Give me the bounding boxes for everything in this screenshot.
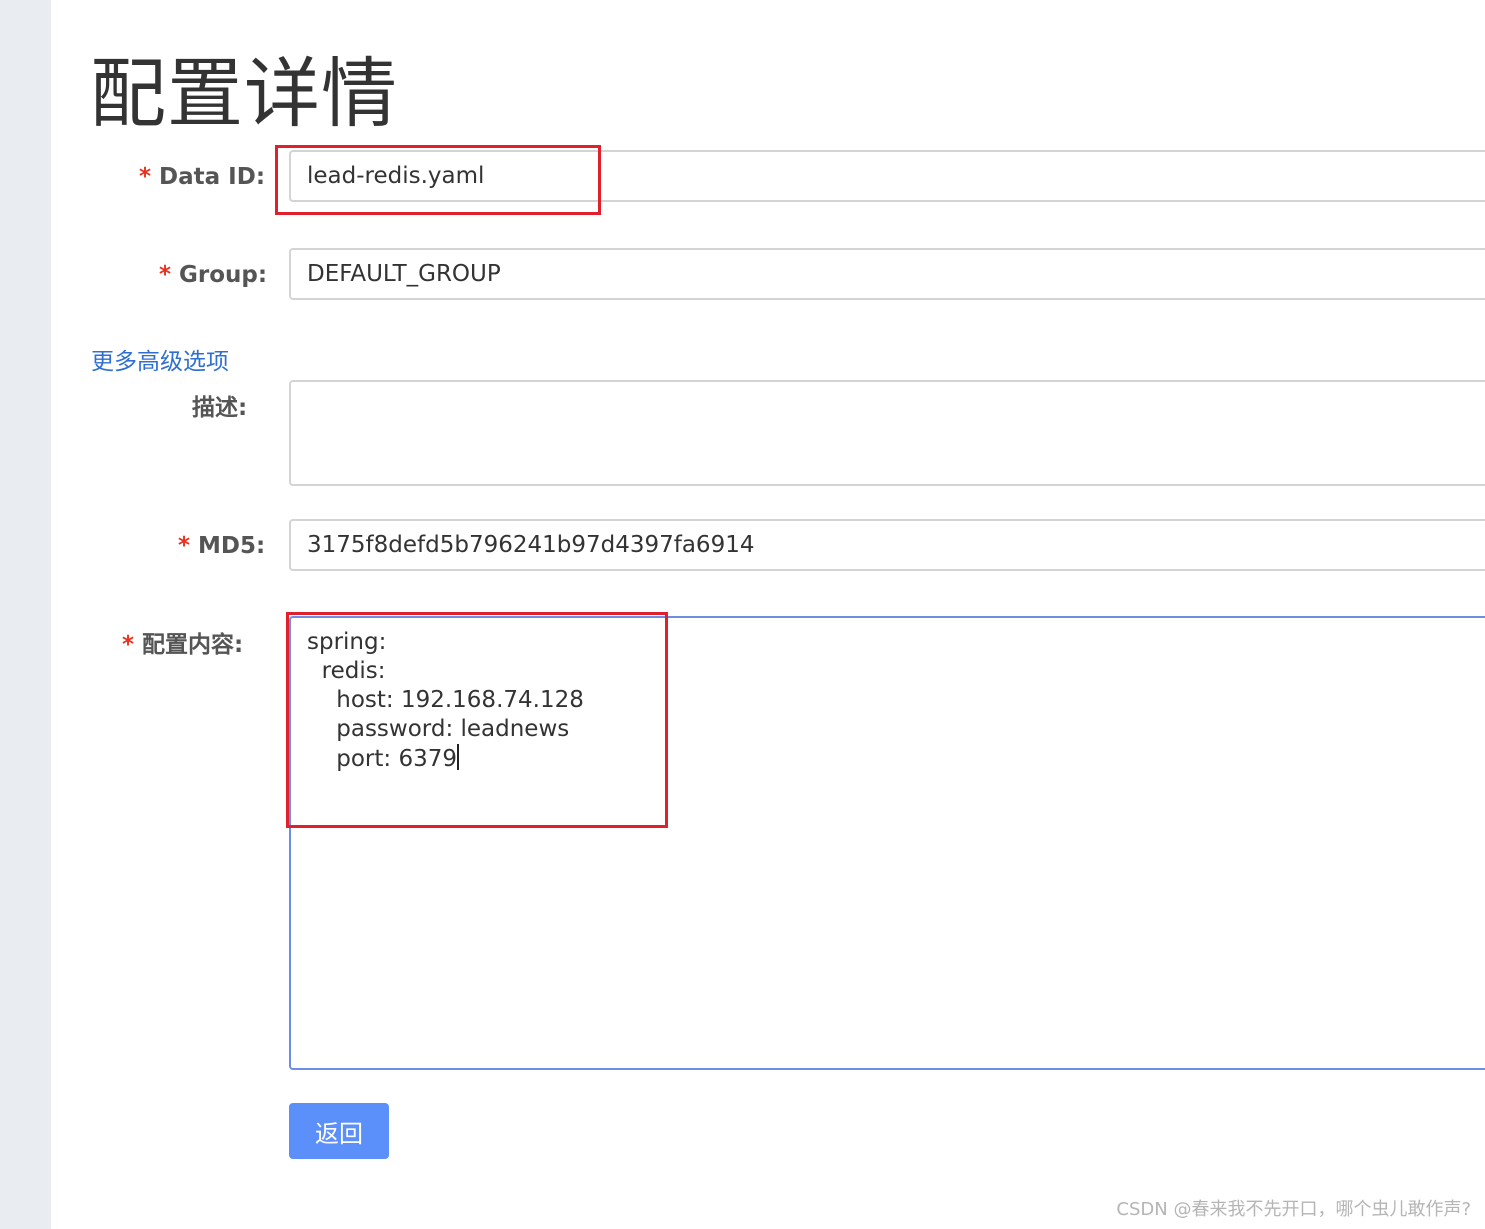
required-mark: *	[139, 164, 152, 190]
group-label: * Group:	[159, 260, 267, 290]
content-label: * 配置内容:	[122, 630, 243, 660]
code-line: spring:	[307, 629, 387, 655]
text-caret	[456, 744, 459, 770]
config-content-editor[interactable]: spring: redis: host: 192.168.74.128 pass…	[289, 616, 1485, 1070]
more-advanced-options-link[interactable]: 更多高级选项	[91, 346, 229, 378]
md5-label: * MD5:	[178, 531, 265, 561]
md5-input[interactable]: 3175f8defd5b796241b97d4397fa6914	[289, 519, 1485, 571]
required-mark: *	[159, 262, 172, 288]
code-line: port: 6379	[307, 746, 457, 772]
code-line: password: leadnews	[307, 716, 570, 742]
code-line-with-caret: port: 6379	[307, 744, 1471, 773]
page-title: 配置详情	[90, 49, 398, 138]
code-line: host: 192.168.74.128	[307, 687, 584, 713]
data-id-input[interactable]: lead-redis.yaml	[289, 150, 1485, 202]
content-label-text: 配置内容:	[142, 632, 244, 658]
md5-label-text: MD5:	[198, 533, 266, 559]
group-input[interactable]: DEFAULT_GROUP	[289, 248, 1485, 300]
data-id-label: * Data ID:	[139, 162, 265, 192]
data-id-label-text: Data ID:	[159, 164, 266, 190]
required-mark: *	[178, 533, 191, 559]
description-label: 描述:	[192, 395, 248, 421]
back-button[interactable]: 返回	[289, 1103, 389, 1159]
left-sidebar-rail	[0, 0, 51, 1229]
watermark: CSDN @春来我不先开口，哪个虫儿敢作声?	[1116, 1199, 1471, 1220]
description-textarea[interactable]	[289, 380, 1485, 486]
code-line: redis:	[307, 658, 386, 684]
required-mark: *	[122, 632, 135, 658]
group-label-text: Group:	[179, 262, 268, 288]
